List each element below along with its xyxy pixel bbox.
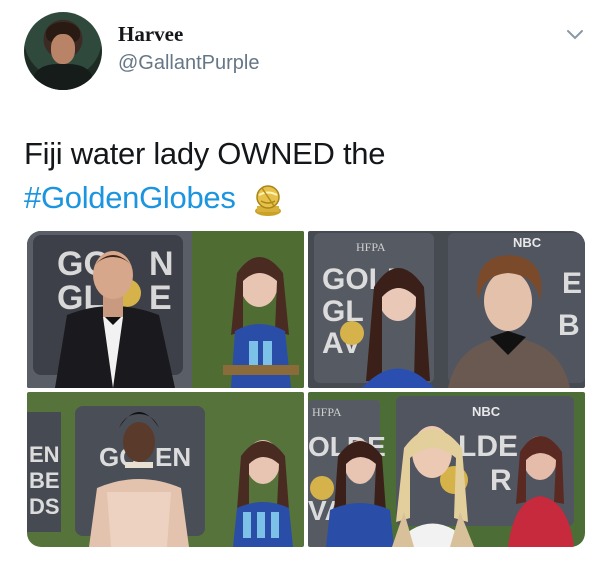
backdrop-text: BE xyxy=(29,468,60,493)
backdrop-text: E xyxy=(562,267,582,300)
backdrop-text: R xyxy=(490,464,512,497)
tweet-text: Fiji water lady OWNED the #GoldenGlobes xyxy=(24,132,584,220)
user-handle[interactable]: @GallantPurple xyxy=(118,52,259,75)
backdrop-text: DS xyxy=(29,494,60,519)
backdrop-text: HFPA xyxy=(312,405,342,419)
photo-1[interactable]: GOL GL N E xyxy=(27,231,304,388)
hashtag-link[interactable]: #GoldenGlobes xyxy=(24,180,236,215)
backdrop-text: EN xyxy=(155,442,191,472)
backdrop-text: E xyxy=(149,279,172,317)
tweet-line: Fiji water lady OWNED the xyxy=(24,136,386,171)
display-name[interactable]: Harvee xyxy=(118,22,183,47)
chevron-down-icon[interactable] xyxy=(566,26,584,44)
backdrop-text: EN xyxy=(29,442,60,467)
photo-grid: GOL GL N E HFPA GOLD GL AV NBC E B EN BE… xyxy=(27,231,585,547)
golden-globe-emoji-icon xyxy=(254,185,281,216)
backdrop-text: LDE xyxy=(458,430,518,463)
backdrop-text: N xyxy=(149,245,174,283)
backdrop-text: HFPA xyxy=(356,240,386,254)
avatar[interactable] xyxy=(24,12,102,90)
tweet-header: Harvee @GallantPurple xyxy=(0,0,610,100)
photo-2[interactable]: HFPA GOLD GL AV NBC E B xyxy=(308,231,585,388)
photo-3[interactable]: EN BE DS GO EN xyxy=(27,392,304,547)
nbc-text: NBC xyxy=(472,404,501,419)
photo-4[interactable]: HFPA OLDE VA NBC LDE R xyxy=(308,392,585,547)
backdrop-text: B xyxy=(558,309,580,342)
nbc-text: NBC xyxy=(513,235,542,250)
